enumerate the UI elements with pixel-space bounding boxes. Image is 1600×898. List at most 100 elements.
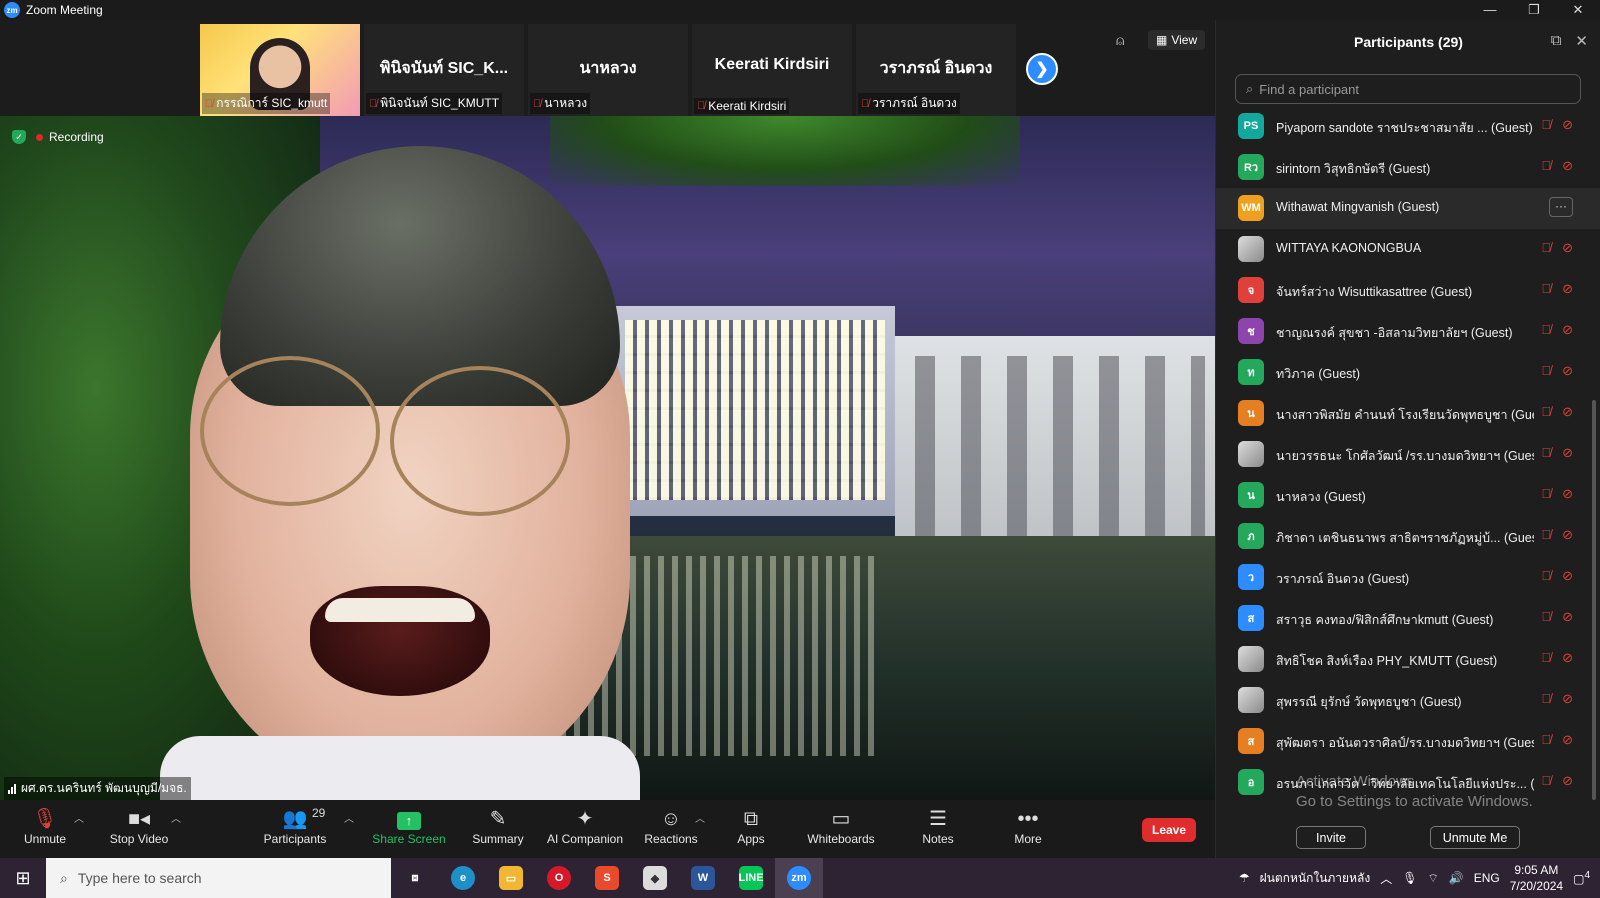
mic-muted-icon: 🎙̸ (1541, 363, 1552, 378)
participant-list-scrollbar[interactable] (1592, 400, 1596, 800)
participant-row[interactable]: นายวรรธนะ โกศัลวัฒน์ /รร.บางมดวิทยาฯ (Gu… (1216, 434, 1600, 475)
microphone-icon: 🎙 (1402, 871, 1418, 885)
close-window-button[interactable]: ✕ (1556, 0, 1600, 20)
participant-row[interactable]: PS Piyaporn sandote ราชประชาสมาสัย ... (G… (1216, 106, 1600, 147)
participants-icon: 👥 (282, 808, 308, 830)
search-placeholder: Find a participant (1259, 81, 1360, 97)
pop-out-icon[interactable]: ⧉ (1551, 32, 1562, 50)
video-tile[interactable]: วราภรณ์ อินดวง 🎙̸ วราภรณ์ อินดวง (856, 24, 1016, 116)
immersive-view-icon[interactable]: ⍝ (1116, 32, 1124, 49)
participant-row[interactable]: ว วราภรณ์ อินดวง (Guest) 🎙̸ ⊘ (1216, 557, 1600, 598)
zoom-logo-icon: zm (4, 2, 20, 18)
video-tile[interactable]: พินิจนันท์ SIC_K... 🎙̸ พินิจนันท์ SIC_KMU… (364, 24, 524, 116)
more-button[interactable]: ••• More (983, 806, 1073, 846)
participant-strip: 🎙̸ กรรณิการ์ SIC_kmutt พินิจนันท์ SIC_K..… (0, 20, 1215, 116)
participants-panel: Participants (29) ⧉ ✕ ⌕ Find a participa… (1215, 20, 1600, 858)
participants-options-caret-icon[interactable]: ︿ (344, 810, 354, 825)
participant-row[interactable]: WM Withawat Mingvanish (Guest) ··· (1216, 188, 1600, 229)
next-page-button[interactable]: ❯ (1026, 53, 1058, 85)
participant-status-icons: 🎙̸ ⊘ (1541, 609, 1573, 625)
app-s-icon[interactable]: S (583, 858, 631, 898)
line-app-icon[interactable]: LINE (727, 858, 775, 898)
activate-windows-watermark: Activate Windows Go to Settings to activ… (1296, 773, 1533, 810)
close-icon[interactable]: ✕ (1575, 32, 1588, 50)
tile-label: 🎙̸ พินิจนันท์ SIC_KMUTT (366, 93, 503, 114)
video-off-icon: ⊘ (1562, 404, 1573, 419)
word-icon[interactable]: W (679, 858, 727, 898)
mic-muted-icon: 🎙̸ (697, 100, 706, 112)
participant-row[interactable]: ส สราวุธ คงทอง/ฟิสิกส์ศึกษาkmutt (Guest) 🎙… (1216, 598, 1600, 639)
volume-icon[interactable]: 🔊 (1449, 871, 1464, 885)
ai-companion-button[interactable]: ✦ AI Companion (540, 806, 630, 846)
signal-strength-icon (8, 783, 16, 794)
windows-start-icon[interactable]: ⊞ (0, 858, 46, 898)
wifi-icon[interactable]: ⌔ (1427, 871, 1438, 886)
video-off-icon: ⊘ (1562, 240, 1573, 255)
participant-name: ทวิภาค (Guest) (1276, 367, 1361, 381)
participant-row[interactable]: ท ทวิภาค (Guest) 🎙̸ ⊘ (1216, 352, 1600, 393)
invite-button[interactable]: Invite (1296, 826, 1366, 849)
participant-row[interactable]: ช ชาญณรงค์ สุขชา -อิสลามวิทยาลัยฯ (Guest)… (1216, 311, 1600, 352)
video-tile[interactable]: Keerati Kirdsiri 🎙̸ Keerati Kirdsiri (692, 24, 852, 116)
participant-name: วราภรณ์ อินดวง (Guest) (1276, 572, 1410, 586)
tile-label: 🎙̸ วราภรณ์ อินดวง (858, 93, 960, 114)
whiteboard-icon: ▭ (831, 808, 851, 830)
apps-button[interactable]: ⧉ Apps (706, 806, 796, 846)
participant-name: จันทร์สว่าง Wisuttikasattree (Guest) (1276, 285, 1473, 299)
participant-row[interactable]: ภ ภิชาดา เตชินธนาพร สาธิตฯราชภัฏหมู่บ้...… (1216, 516, 1600, 557)
video-tile[interactable]: นาหลวง 🎙̸ นาหลวง (528, 24, 688, 116)
share-screen-button[interactable]: ↑ Share Screen (364, 806, 454, 846)
leave-button[interactable]: Leave (1142, 818, 1197, 842)
language-indicator[interactable]: ENG (1474, 871, 1500, 885)
audio-options-caret-icon[interactable]: ︿ (74, 810, 84, 825)
unmute-me-button[interactable]: Unmute Me (1430, 826, 1520, 849)
participant-name: สิทธิโชค สิงห์เรือง PHY_KMUTT (Guest) (1276, 654, 1498, 668)
summary-button[interactable]: ✎ Summary (453, 806, 543, 846)
meeting-toolbar: 🎙 Unmute ︿ ■◂ Stop Video ︿ 👥 Participant… (0, 800, 1215, 858)
participant-row[interactable]: Rว sirintorn วิสุทธิกษัตรี (Guest) 🎙̸ ⊘ (1216, 147, 1600, 188)
tile-name: วราภรณ์ อินดวง (879, 60, 993, 77)
participants-button[interactable]: 👥 Participants (250, 806, 340, 846)
participant-row[interactable]: สุพรรณี ยุรักษ์ วัดพุทธบูชา (Guest) 🎙̸ ⊘ (1216, 680, 1600, 721)
zoom-app-icon[interactable]: zm (775, 858, 823, 898)
weather-text[interactable]: ฝนตกหนักในภายหลัง (1260, 869, 1371, 888)
tray-chevron-icon[interactable]: ︿ (1380, 870, 1392, 887)
file-explorer-icon[interactable]: ▭ (487, 858, 535, 898)
window-title: Zoom Meeting (26, 3, 103, 17)
video-options-caret-icon[interactable]: ︿ (171, 810, 181, 825)
mic-muted-icon: 🎙̸ (1541, 117, 1552, 132)
participant-status-icons: 🎙̸ ⊘ (1541, 158, 1573, 174)
participant-row[interactable]: น นาหลวง (Guest) 🎙̸ ⊘ (1216, 475, 1600, 516)
participant-status-icons: 🎙̸ ⊘ (1541, 404, 1573, 420)
view-button[interactable]: ▦ View (1148, 30, 1206, 50)
avatar (1238, 646, 1264, 672)
opera-browser-icon[interactable]: O (535, 858, 583, 898)
mic-muted-icon: 🎙̸ (369, 97, 378, 110)
participant-row[interactable]: น นางสาวพิสมัย คำนนท์ โรงเรียนวัดพุทธบูชา… (1216, 393, 1600, 434)
participant-row[interactable]: WITTAYA KAONONGBUA 🎙̸ ⊘ (1216, 229, 1600, 270)
taskbar-search-input[interactable]: ⌕ Type here to search (46, 858, 391, 898)
notes-button[interactable]: ☰ Notes (893, 806, 983, 846)
speaker-name-label: ผศ.ดร.นครินทร์ พัฒนบุญมี/มจธ. (4, 777, 191, 800)
avatar: น (1238, 482, 1264, 508)
app-diamond-icon[interactable]: ◆ (631, 858, 679, 898)
minimize-button[interactable]: — (1468, 0, 1512, 20)
mic-muted-icon: 🎙̸ (861, 97, 870, 110)
clock[interactable]: 9:05 AM 7/20/2024 (1510, 862, 1563, 894)
whiteboards-button[interactable]: ▭ Whiteboards (796, 806, 886, 846)
participant-row[interactable]: ส สุพัฒตรา อนันตวราศิลป์/รร.บางมดวิทยาฯ (… (1216, 721, 1600, 762)
notifications-icon[interactable]: ▢4 (1573, 870, 1590, 886)
video-tile[interactable]: 🎙̸ กรรณิการ์ SIC_kmutt (200, 24, 360, 116)
tile-name: นาหลวง (579, 60, 637, 77)
participant-more-button[interactable]: ··· (1549, 197, 1573, 217)
weather-icon: ☂ (1238, 871, 1250, 885)
participant-name: sirintorn วิสุทธิกษัตรี (Guest) (1276, 162, 1431, 176)
edge-browser-icon[interactable]: e (439, 858, 487, 898)
participant-row[interactable]: สิทธิโชค สิงห์เรือง PHY_KMUTT (Guest) 🎙̸ ⊘ (1216, 639, 1600, 680)
restore-button[interactable]: ❐ (1512, 0, 1556, 20)
task-view-icon[interactable]: ⧈ (391, 858, 439, 898)
reactions-caret-icon[interactable]: ︿ (695, 810, 705, 825)
participant-search-input[interactable]: ⌕ Find a participant (1235, 74, 1581, 104)
avatar: ภ (1238, 523, 1264, 549)
participant-row[interactable]: จ จันทร์สว่าง Wisuttikasattree (Guest) 🎙̸ ⊘ (1216, 270, 1600, 311)
